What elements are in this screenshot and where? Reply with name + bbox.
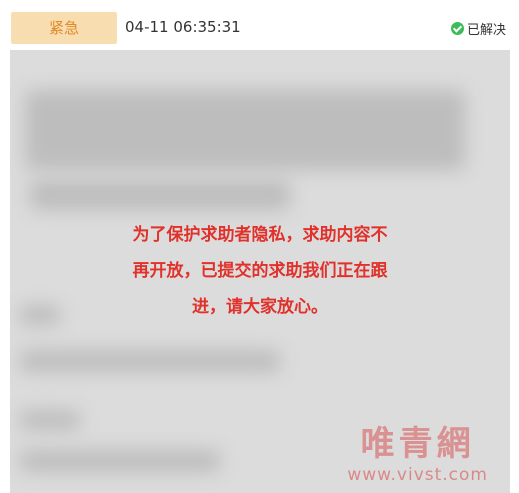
- check-circle-icon: [450, 22, 464, 35]
- watermark: 唯青網 www.vivst.com: [347, 416, 488, 485]
- privacy-notice: 为了保护求助者隐私，求助内容不 再开放，已提交的求助我们正在跟 进，请大家放心。: [95, 217, 425, 325]
- notice-line: 进，请大家放心。: [192, 297, 328, 317]
- blurred-text-block: [20, 350, 280, 372]
- timestamp: 04-11 06:35:31: [125, 18, 241, 36]
- item-header: 紧急 04-11 06:35:31 已解决: [0, 0, 519, 50]
- notice-line: 再开放，已提交的求助我们正在跟: [132, 261, 388, 281]
- blurred-text-block: [30, 180, 290, 210]
- watermark-url: www.vivst.com: [347, 465, 488, 485]
- status-label: 已解决: [466, 23, 506, 38]
- status-indicator: 已解决: [450, 19, 506, 38]
- watermark-logo: 唯青網: [360, 424, 475, 464]
- blurred-text-block: [25, 90, 465, 170]
- urgency-badge: 紧急: [11, 12, 117, 44]
- blurred-content-panel: 为了保护求助者隐私，求助内容不 再开放，已提交的求助我们正在跟 进，请大家放心。…: [10, 50, 510, 493]
- notice-line: 为了保护求助者隐私，求助内容不: [132, 225, 388, 245]
- blurred-text-block: [20, 410, 80, 430]
- blurred-text-block: [20, 305, 60, 325]
- blurred-text-block: [20, 450, 220, 472]
